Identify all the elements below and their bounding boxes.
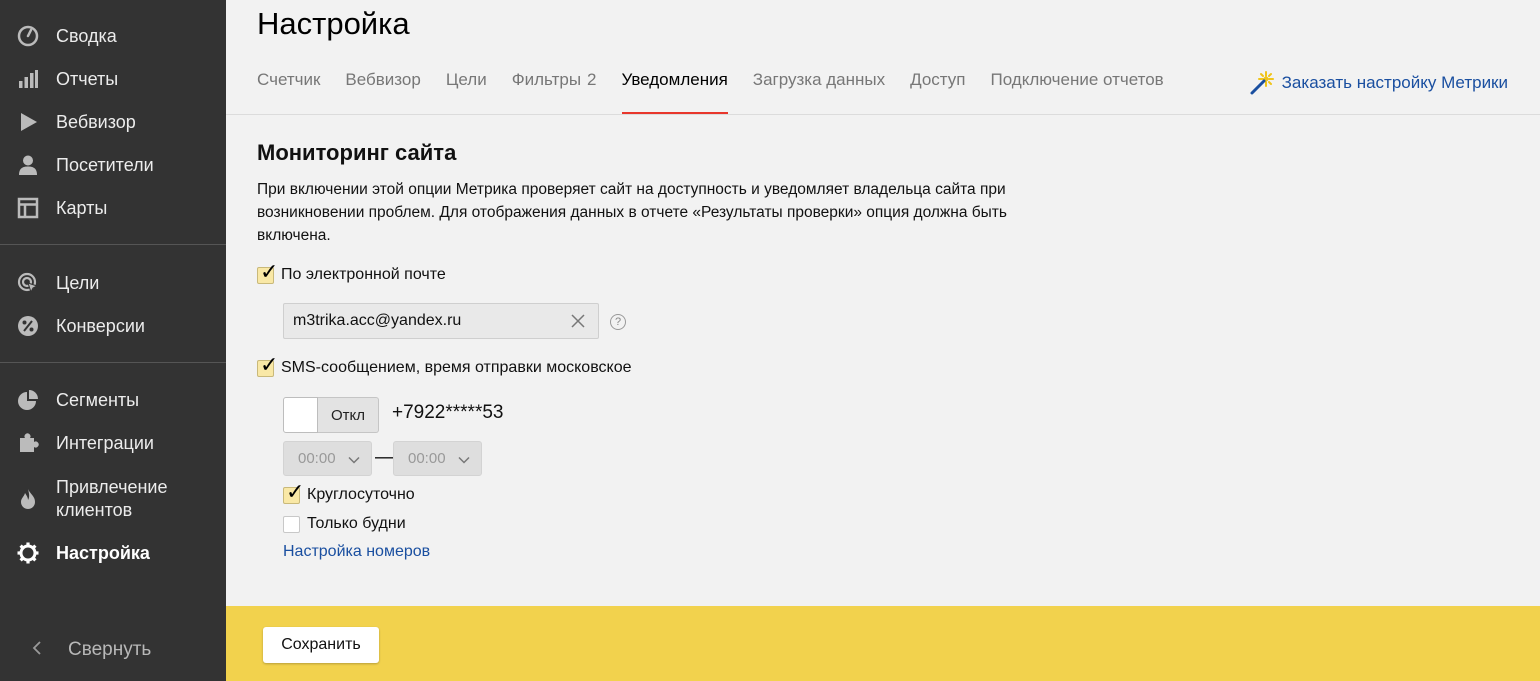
checkmark-icon: ✓	[260, 351, 279, 377]
tab-counter[interactable]: Счетчик	[257, 62, 320, 114]
sidebar-item-label: Цели	[56, 272, 100, 293]
phone-number: +7922*****53	[392, 402, 504, 423]
settings-tabs: Счетчик Вебвизор Цели Фильтры 2 Уведомлен…	[257, 62, 1189, 114]
help-icon[interactable]: ?	[610, 314, 626, 330]
layout-icon	[17, 197, 39, 219]
sidebar-item-label: Интеграции	[56, 432, 154, 453]
sidebar-divider	[0, 362, 226, 363]
sidebar: Сводка Отчеты Вебвизор Посетители Карты …	[0, 0, 226, 681]
time-to-select[interactable]: 00:00	[393, 441, 482, 476]
sms-checkbox-label: SMS-сообщением, время отправки московско…	[281, 359, 632, 376]
gear-icon	[17, 542, 39, 564]
collapse-label: Свернуть	[68, 639, 152, 660]
chevron-down-icon	[348, 453, 360, 465]
tab-access[interactable]: Доступ	[910, 62, 965, 114]
main-content: Настройка Счетчик Вебвизор Цели Фильтры 2…	[226, 0, 1540, 681]
section-title: Мониторинг сайта	[257, 140, 457, 165]
time-from-select[interactable]: 00:00	[283, 441, 372, 476]
tab-filters[interactable]: Фильтры 2	[512, 62, 597, 114]
tab-data-upload[interactable]: Загрузка данных	[753, 62, 885, 114]
tab-report-connection[interactable]: Подключение отчетов	[990, 62, 1163, 114]
round-clock-label: Круглосуточно	[307, 486, 415, 503]
gauge-icon	[17, 25, 39, 47]
sidebar-item-segments[interactable]: Сегменты	[0, 380, 226, 420]
chevron-left-icon	[32, 639, 42, 662]
tab-filters-label: Фильтры	[511, 70, 582, 89]
sidebar-item-label: Вебвизор	[56, 111, 136, 132]
email-checkbox-label: По электронной почте	[281, 266, 446, 283]
sidebar-item-settings[interactable]: Настройка	[0, 533, 226, 573]
sidebar-item-label: Настройка	[56, 542, 150, 563]
play-icon	[17, 111, 39, 133]
target-cursor-icon	[17, 272, 39, 294]
numbers-setup-link[interactable]: Настройка номеров	[283, 543, 430, 561]
checkbox-checked[interactable]: ✓	[283, 480, 304, 504]
round-clock-checkbox[interactable]: ✓ Круглосуточно	[283, 480, 415, 504]
time-to-value: 00:00	[408, 450, 446, 467]
email-checkbox[interactable]: ✓ По электронной почте	[257, 260, 446, 284]
save-button[interactable]: Сохранить	[263, 627, 379, 663]
chevron-down-icon	[458, 453, 470, 465]
tab-webvisor[interactable]: Вебвизор	[345, 62, 420, 114]
sidebar-item-label: Карты	[56, 197, 108, 218]
sidebar-item-reports[interactable]: Отчеты	[0, 59, 226, 99]
tab-goals[interactable]: Цели	[446, 62, 487, 114]
weekdays-only-label: Только будни	[307, 515, 406, 532]
checkmark-icon: ✓	[260, 258, 279, 284]
clear-icon[interactable]	[568, 311, 588, 331]
checkbox-checked[interactable]: ✓	[257, 260, 278, 284]
sidebar-divider	[0, 244, 226, 245]
section-description: При включении этой опции Метрика проверя…	[257, 181, 1007, 244]
checkbox-unchecked[interactable]	[283, 515, 300, 533]
sidebar-item-maps[interactable]: Карты	[0, 188, 226, 228]
checkmark-icon: ✓	[286, 478, 305, 504]
weekdays-only-checkbox[interactable]: Только будни	[283, 515, 406, 533]
sidebar-item-label: Посетители	[56, 154, 154, 175]
email-input[interactable]	[284, 312, 554, 330]
puzzle-icon	[17, 432, 39, 454]
sidebar-item-goals[interactable]: Цели	[0, 263, 226, 303]
sidebar-item-conversions[interactable]: Конверсии	[0, 306, 226, 346]
sidebar-item-label: Конверсии	[56, 315, 145, 336]
sidebar-item-label: Отчеты	[56, 68, 119, 89]
order-setup-link[interactable]: Заказать настройку Метрики	[1248, 68, 1508, 98]
page-title: Настройка	[257, 6, 410, 41]
toggle-knob[interactable]	[283, 397, 318, 433]
sidebar-item-visitors[interactable]: Посетители	[0, 145, 226, 185]
magic-wand-icon	[1248, 68, 1278, 98]
pie-icon	[17, 389, 39, 411]
sidebar-collapse-button[interactable]: Свернуть	[0, 632, 226, 668]
sidebar-item-label: Привлечение клиентов	[56, 477, 168, 520]
order-setup-label: Заказать настройку Метрики	[1281, 73, 1508, 92]
bar-chart-icon	[17, 68, 39, 90]
checkbox-checked[interactable]: ✓	[257, 353, 278, 377]
sms-checkbox[interactable]: ✓ SMS-сообщением, время отправки московс…	[257, 353, 632, 377]
flame-icon	[17, 488, 39, 510]
tab-notifications[interactable]: Уведомления	[621, 62, 729, 114]
toggle-state-label: Откл	[318, 397, 379, 433]
sidebar-item-integrations[interactable]: Интеграции	[0, 423, 226, 463]
sidebar-item-label: Сводка	[56, 25, 117, 46]
percent-icon	[17, 315, 39, 337]
sidebar-item-summary[interactable]: Сводка	[0, 16, 226, 56]
email-field[interactable]	[283, 303, 599, 339]
person-icon	[17, 154, 39, 176]
tab-filters-count: 2	[587, 70, 597, 89]
sidebar-item-webvisor[interactable]: Вебвизор	[0, 102, 226, 142]
footer-bar: Сохранить	[226, 606, 1540, 681]
header-divider	[226, 114, 1540, 115]
sidebar-item-label: Сегменты	[56, 389, 140, 410]
sms-toggle[interactable]: Откл	[283, 397, 379, 433]
time-from-value: 00:00	[298, 450, 336, 467]
time-separator: —	[375, 446, 395, 468]
sidebar-item-acquisition[interactable]: Привлечение клиентов	[0, 475, 226, 525]
